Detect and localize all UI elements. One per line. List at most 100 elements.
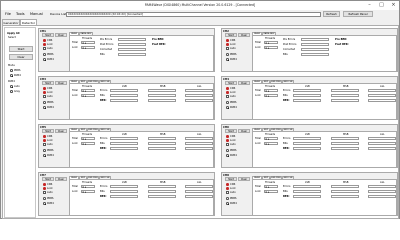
apply-all-clear-button[interactable]: Clear xyxy=(9,54,33,60)
pam4-label: PAM4 xyxy=(230,106,237,109)
clear-button[interactable]: Clear xyxy=(238,177,250,181)
refresh-button[interactable]: Refresh xyxy=(323,11,340,17)
errors-field xyxy=(148,88,176,92)
pam4-radio[interactable] xyxy=(226,106,229,109)
prbs-label: PRBS xyxy=(47,53,54,56)
apply-all-start-button[interactable]: Start xyxy=(9,46,33,52)
lock-time-label: Lock xyxy=(255,142,261,145)
start-button[interactable]: Start xyxy=(42,81,54,85)
total-label: Total xyxy=(255,89,261,92)
errors-label: Errors xyxy=(100,89,108,92)
cdr-led-icon xyxy=(226,87,229,90)
ber-field xyxy=(331,194,359,198)
pam4-auto-radio[interactable] xyxy=(10,85,13,88)
prbs-radio[interactable] xyxy=(43,197,46,200)
menu-tools[interactable]: Tools xyxy=(16,10,25,19)
bits-label: Bits xyxy=(100,190,105,193)
pam4-radio[interactable] xyxy=(226,202,229,205)
results-area: Threads LSB MSB ALL Total 0 s Lock 0 s Errors Bit… xyxy=(252,131,397,168)
menu-manual[interactable]: Manual xyxy=(30,10,43,19)
errors-field xyxy=(331,136,359,140)
clear-button[interactable]: Clear xyxy=(238,33,250,37)
ber-field xyxy=(293,98,321,102)
minimize-icon[interactable]: – xyxy=(365,1,374,10)
total-label: Total xyxy=(72,185,78,188)
start-button[interactable]: Start xyxy=(225,33,237,37)
refresh-panel-button[interactable]: Refresh Panel xyxy=(343,11,373,17)
clear-button[interactable]: Clear xyxy=(55,129,67,133)
channel-panel: CH6 Start Clear CDR Lock Auto PRBS PAM4 PAM4 NRZ B… xyxy=(221,124,398,168)
ber-field xyxy=(293,146,321,150)
ber-field xyxy=(368,98,396,102)
start-button[interactable]: Start xyxy=(225,81,237,85)
pam4-auto-label: Auto xyxy=(14,85,20,88)
start-button[interactable]: Start xyxy=(225,177,237,181)
menu-file[interactable]: File xyxy=(5,10,11,19)
prbs-radio[interactable] xyxy=(226,101,229,104)
errors-field xyxy=(185,184,213,188)
errors-field xyxy=(368,184,396,188)
clear-button[interactable]: Clear xyxy=(55,81,67,85)
clear-button[interactable]: Clear xyxy=(238,129,250,133)
bits-field xyxy=(148,141,176,145)
pam4-radio[interactable] xyxy=(43,58,46,61)
auto-checkbox[interactable] xyxy=(226,143,229,146)
start-button[interactable]: Start xyxy=(42,177,54,181)
prbs-radio[interactable] xyxy=(226,197,229,200)
clear-button[interactable]: Clear xyxy=(55,33,67,37)
ber-label: BER: xyxy=(283,147,290,150)
lock-time-label: Lock xyxy=(255,46,261,49)
clear-button[interactable]: Clear xyxy=(238,81,250,85)
mode-prbs-radio[interactable] xyxy=(10,69,13,72)
prbs-radio[interactable] xyxy=(226,149,229,152)
auto-checkbox[interactable] xyxy=(226,191,229,194)
auto-label: Auto xyxy=(230,191,236,194)
channel-panel: CH3 Start Clear CDR Lock Auto PRBS PAM4 PAM4 NRZ B… xyxy=(38,76,215,120)
total-value: 0 s xyxy=(81,184,95,188)
mode-pam4-radio[interactable] xyxy=(10,74,13,77)
auto-checkbox[interactable] xyxy=(43,191,46,194)
pam4-radio[interactable] xyxy=(43,202,46,205)
app-window: PAM4Wave (DIGI4860) MultiChannel Version… xyxy=(0,0,400,219)
pam4-radio[interactable] xyxy=(43,106,46,109)
prbs-label: PRBS xyxy=(47,149,54,152)
prbs-label: PRBS xyxy=(230,149,237,152)
prbs-radio[interactable] xyxy=(43,101,46,104)
start-button[interactable]: Start xyxy=(42,33,54,37)
total-label: Total xyxy=(255,41,261,44)
auto-checkbox[interactable] xyxy=(43,143,46,146)
bits-field xyxy=(331,93,359,97)
post-ber-label: Post BER: xyxy=(152,43,166,46)
total-value: 0 s xyxy=(264,40,278,44)
start-button[interactable]: Start xyxy=(42,129,54,133)
auto-checkbox[interactable] xyxy=(43,95,46,98)
device-list-label: Device List xyxy=(50,12,67,16)
bits-label: Bits xyxy=(100,94,105,97)
pam4-radio[interactable] xyxy=(43,154,46,157)
prbs-radio[interactable] xyxy=(43,149,46,152)
prbs-radio[interactable] xyxy=(226,53,229,56)
corrected-label: Corrected xyxy=(100,48,113,51)
bits-label: Bits xyxy=(283,142,288,145)
bits-field xyxy=(368,93,396,97)
ber-field xyxy=(148,194,176,198)
close-icon[interactable]: × xyxy=(389,1,398,10)
auto-checkbox[interactable] xyxy=(43,47,46,50)
errors-field xyxy=(110,88,138,92)
post-ber-label: Post BER: xyxy=(335,43,349,46)
pam4-gray-radio[interactable] xyxy=(10,90,13,93)
start-button[interactable]: Start xyxy=(225,129,237,133)
device-list-select[interactable]: XXXXXXXXXXXXXXXXXXXXXXXX (XX:XX:XX) [Con… xyxy=(66,11,321,17)
lock-led-icon xyxy=(226,91,229,94)
prbs-label: PRBS xyxy=(230,197,237,200)
pam4-radio[interactable] xyxy=(226,154,229,157)
clear-button[interactable]: Clear xyxy=(55,177,67,181)
maximize-icon[interactable]: □ xyxy=(377,1,386,10)
errors-field xyxy=(293,184,321,188)
pam4-radio[interactable] xyxy=(226,58,229,61)
bits-label: Bits xyxy=(100,142,105,145)
auto-checkbox[interactable] xyxy=(226,47,229,50)
ber-field xyxy=(331,98,359,102)
prbs-radio[interactable] xyxy=(43,53,46,56)
auto-checkbox[interactable] xyxy=(226,95,229,98)
